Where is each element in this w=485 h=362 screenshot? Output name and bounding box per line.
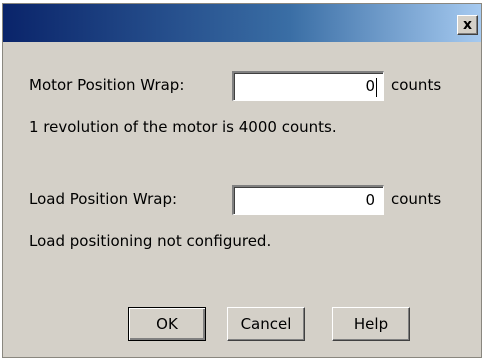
cancel-button[interactable]: Cancel: [227, 307, 305, 341]
load-position-wrap-input[interactable]: 0: [232, 185, 384, 215]
load-position-wrap-value: 0: [365, 191, 375, 209]
ok-button-label: OK: [156, 315, 178, 333]
load-position-wrap-unit: counts: [391, 190, 442, 208]
position-wrap-dialog: x Motor Position Wrap: 0 counts 1 revolu…: [2, 3, 482, 358]
motor-position-wrap-value: 0: [365, 77, 375, 95]
load-positioning-note: Load positioning not configured.: [29, 232, 272, 250]
cancel-button-label: Cancel: [240, 315, 292, 333]
motor-position-wrap-label: Motor Position Wrap:: [29, 76, 185, 94]
title-bar[interactable]: x: [3, 4, 481, 42]
motor-position-wrap-unit: counts: [391, 76, 442, 94]
text-caret: [376, 78, 377, 97]
motor-revolution-note: 1 revolution of the motor is 4000 counts…: [29, 118, 337, 136]
ok-button[interactable]: OK: [128, 307, 206, 341]
load-position-wrap-label: Load Position Wrap:: [29, 190, 178, 208]
help-button[interactable]: Help: [332, 307, 410, 341]
motor-position-wrap-input[interactable]: 0: [232, 71, 384, 101]
close-icon: x: [462, 17, 473, 33]
help-button-label: Help: [353, 315, 389, 333]
close-button[interactable]: x: [457, 15, 478, 35]
